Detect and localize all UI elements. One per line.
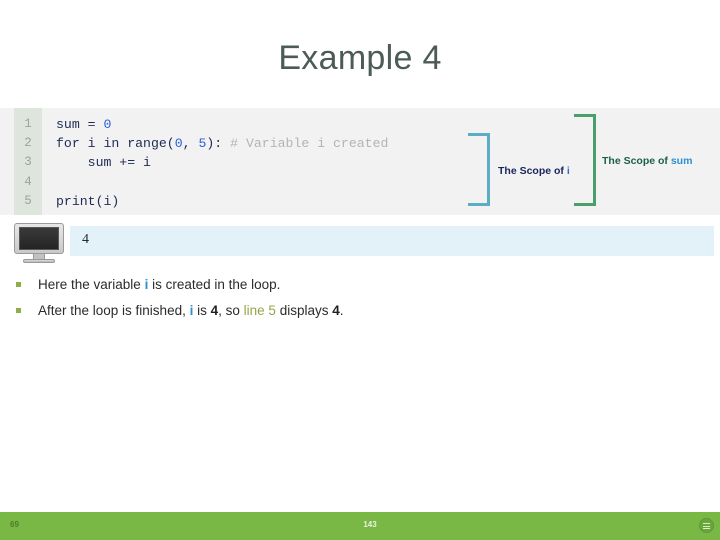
hamburger-line (703, 523, 710, 524)
bullet-text-span: . (339, 303, 344, 318)
code-line-number: 4 (24, 174, 32, 189)
code-line: sum += i (56, 153, 388, 172)
code-line-number: 2 (24, 136, 32, 151)
scope-label-i: The Scope of i (498, 165, 570, 177)
code-token: sum = (56, 117, 104, 132)
hamburger-circle-icon[interactable] (699, 518, 714, 533)
bullet-text-span: After the loop is finished, (38, 303, 190, 318)
bullet-list: Here the variable i is created in the lo… (14, 272, 704, 324)
code-line-numbers: 1 2 3 4 5 (14, 115, 42, 211)
scope-bracket-i (468, 133, 490, 206)
page-title: Example 4 (278, 39, 442, 77)
bullet-text-span: 4 (210, 303, 219, 318)
code-line: print(i) (56, 192, 388, 211)
code-token: , (182, 136, 199, 152)
bullet-item: Here the variable i is created in the lo… (14, 272, 704, 298)
code-token: 0 (174, 136, 183, 152)
footer-page-number: 143 (363, 520, 377, 529)
code-token: sum += i (56, 155, 151, 171)
code-line: for i in range(0, 5): # Variable i creat… (56, 134, 388, 153)
bullet-text-span: displays (275, 303, 333, 318)
bullet-text-span: is (193, 303, 211, 318)
scope-label-sum-var: sum (670, 155, 693, 167)
output-value: 4 (82, 232, 89, 247)
footer-bar: 69 143 (0, 512, 720, 540)
monitor-icon (14, 223, 64, 263)
bullet-text-span: , so (218, 303, 244, 318)
bullet-marker-icon (16, 308, 21, 313)
output-bar (70, 226, 714, 256)
scope-label-sum-prefix: The Scope of (602, 155, 671, 167)
scope-label-i-var: i (566, 165, 570, 177)
code-token: for i in range( (56, 136, 175, 152)
output-row: 4 (0, 222, 720, 264)
code-token: 0 (103, 117, 112, 132)
bullet-text-span: is created in the loop. (148, 277, 281, 292)
hamburger-line (703, 528, 710, 529)
scope-label-sum: The Scope of sum (602, 155, 692, 167)
code-line-number: 5 (24, 193, 32, 208)
code-line-number: 1 (24, 117, 32, 131)
bullet-text-span: Here the variable (38, 277, 145, 292)
monitor-body (14, 223, 64, 254)
monitor-screen (19, 227, 59, 250)
code-token: # Variable i created (230, 136, 389, 152)
bullet-item: After the loop is finished, i is 4, so l… (14, 298, 704, 324)
code-token: ): (206, 136, 231, 152)
bullet-marker-icon (16, 282, 21, 287)
monitor-base (23, 259, 55, 263)
code-line-number: 3 (24, 155, 32, 170)
hamburger-line (703, 525, 710, 527)
scope-label-i-prefix: The Scope of (498, 165, 567, 177)
bullet-text-span: 4 (332, 303, 340, 318)
bullet-text-span: line 5 (243, 303, 276, 318)
code-line: sum = 0 (56, 115, 388, 134)
code-token: print(i) (56, 193, 120, 209)
scope-bracket-sum (574, 114, 596, 206)
code-content: sum = 0 for i in range(0, 5): # Variable … (56, 115, 388, 211)
